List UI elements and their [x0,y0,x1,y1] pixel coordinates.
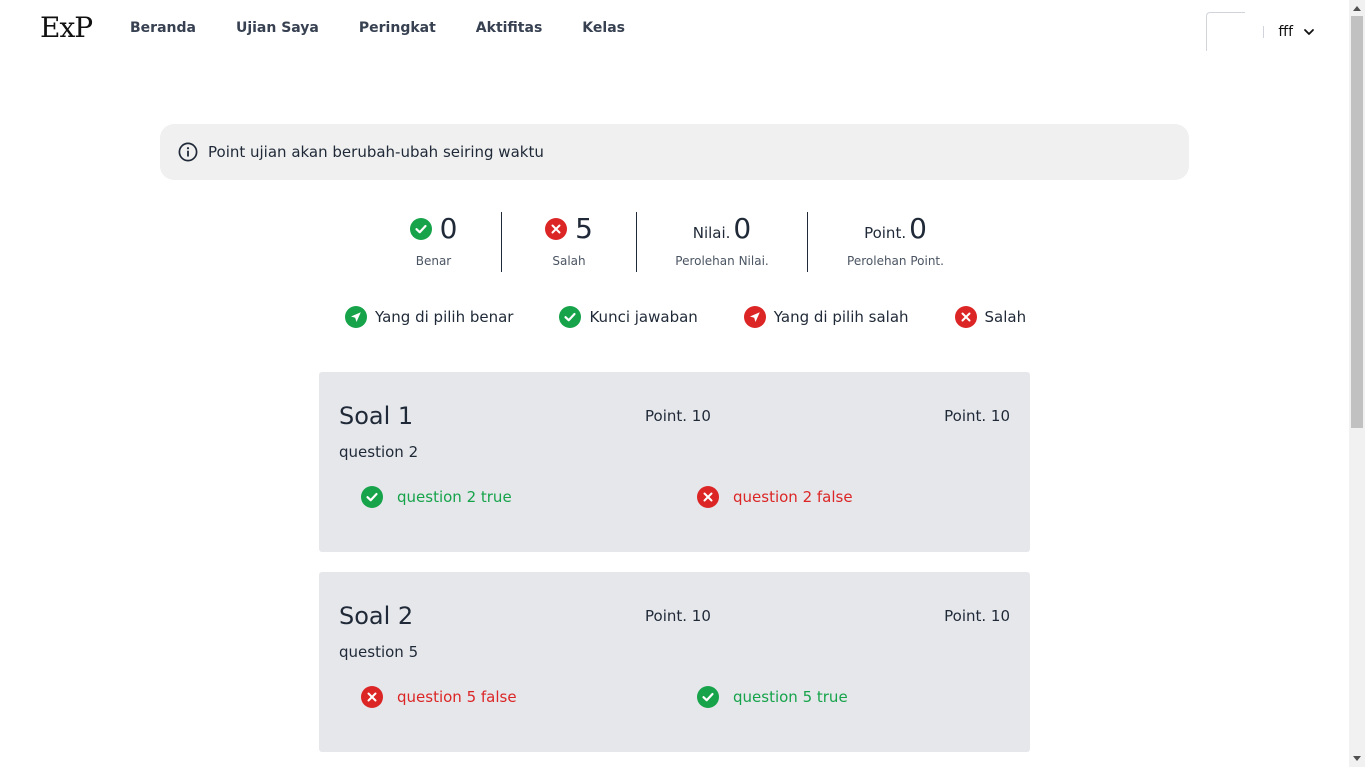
username[interactable]: fff [1278,24,1293,40]
scroll-up-arrow-icon[interactable] [1353,6,1361,11]
points-prefix: Point. [864,224,907,242]
nav-item-peringkat[interactable]: Peringkat [359,20,436,36]
answer-option: question 2 false [697,486,853,508]
info-alert: Point ujian akan berubah-ubah seiring wa… [160,124,1189,180]
scroll-down-arrow-icon[interactable] [1353,756,1361,761]
wrong-count: 5 [575,212,593,245]
question-point: Point. 10 [645,607,711,625]
answer-option-text: question 5 true [733,688,848,706]
question-text: question 2 [339,443,419,461]
answer-option-text: question 2 false [733,488,853,506]
answer-option-text: question 5 false [397,688,517,706]
answer-option: question 2 true [361,486,512,508]
check-circle-icon [697,686,719,708]
x-circle-icon [697,486,719,508]
check-circle-icon [361,486,383,508]
legend-label: Kunci jawaban [589,308,698,326]
scrollbar[interactable] [1349,0,1365,767]
correct-label: Benar [415,254,452,268]
divider [1263,25,1265,38]
score-value: 0 [733,212,752,245]
question-text: question 5 [339,643,419,661]
nav-item-beranda[interactable]: Beranda [130,20,196,36]
stat-correct: 0 Benar [366,212,501,272]
check-circle-icon [559,306,582,328]
scrollbar-thumb[interactable] [1351,16,1363,428]
user-menu[interactable]: fff [1206,12,1315,51]
alert-text: Point ujian akan berubah-ubah seiring wa… [208,143,544,161]
question-card: Soal 2 Point. 10 Point. 10 question 5 qu… [319,572,1030,752]
legend-wrong: Salah [954,306,1027,328]
correct-count: 0 [439,212,458,245]
question-point-earned: Point. 10 [944,607,1010,625]
answer-option: question 5 false [361,686,517,708]
nav-item-kelas[interactable]: Kelas [582,20,625,36]
score-label: Perolehan Nilai. [675,254,769,268]
question-title: Soal 2 [339,602,414,630]
points-value: 0 [909,212,927,245]
x-circle-icon [954,306,977,328]
x-circle-icon [361,686,383,708]
chevron-down-icon[interactable] [1303,26,1315,38]
stat-wrong: 5 Salah [502,212,636,272]
legend-label: Salah [984,308,1027,326]
points-label: Perolehan Point. [847,254,944,268]
legend-chosen-wrong: Yang di pilih salah [743,306,909,328]
question-point-earned: Point. 10 [944,407,1010,425]
nav-links: Beranda Ujian Saya Peringkat Aktifitas K… [130,20,625,36]
stat-points: Point. 0 Perolehan Point. [808,212,983,272]
navigation-arrow-icon [743,306,766,328]
answer-legend: Yang di pilih benar Kunci jawaban Yang d… [345,306,1026,328]
x-circle-icon [545,218,568,240]
answer-option-text: question 2 true [397,488,512,506]
question-card: Soal 1 Point. 10 Point. 10 question 2 qu… [319,372,1030,552]
info-icon [178,142,198,162]
legend-label: Yang di pilih salah [773,308,909,326]
nav-item-ujian-saya[interactable]: Ujian Saya [236,20,319,36]
navbar: ExP Beranda Ujian Saya Peringkat Aktifit… [0,0,1349,60]
score-prefix: Nilai. [692,224,731,242]
stats-summary: 0 Benar 5 Salah Nilai. 0 Perolehan Nilai… [366,212,983,272]
navigation-arrow-icon [345,306,367,328]
check-circle-icon [409,218,432,240]
nav-item-aktifitas[interactable]: Aktifitas [476,20,543,36]
stat-score: Nilai. 0 Perolehan Nilai. [637,212,807,272]
question-title: Soal 1 [339,402,414,430]
legend-answer-key: Kunci jawaban [559,306,698,328]
legend-chosen-correct: Yang di pilih benar [345,306,513,328]
answer-option: question 5 true [697,686,848,708]
wrong-label: Salah [552,254,586,268]
question-point: Point. 10 [645,407,711,425]
legend-label: Yang di pilih benar [375,308,514,326]
avatar[interactable] [1206,12,1246,51]
logo[interactable]: ExP [40,11,93,44]
